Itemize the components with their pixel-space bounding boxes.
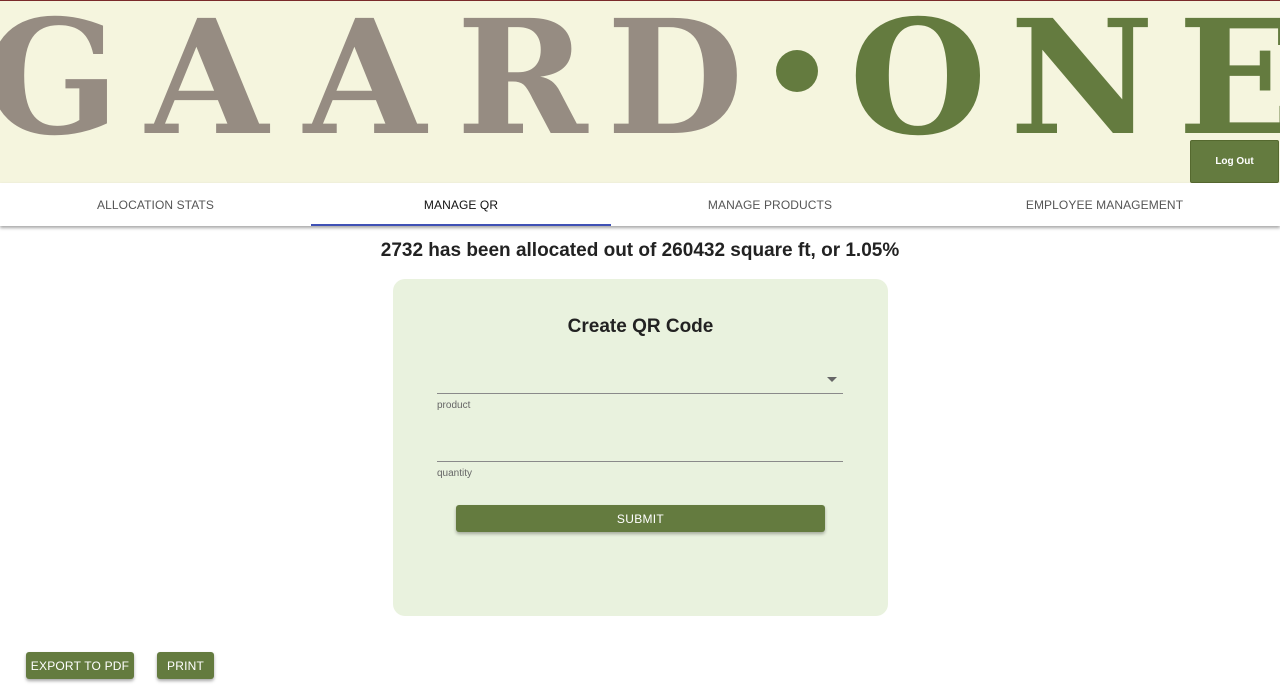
quantity-helper-text: quantity <box>437 468 473 479</box>
logo-letter: G <box>0 1 119 171</box>
tab-manage-products[interactable]: MANAGE PRODUCTS <box>611 183 929 226</box>
logo-letter: O <box>849 1 987 171</box>
logo-letter: D <box>606 1 743 171</box>
quantity-input[interactable] <box>437 431 843 462</box>
product-helper-text: product <box>437 400 471 411</box>
header: G A A R D O N E Log Out <box>0 0 1280 183</box>
export-pdf-button[interactable]: EXPORT TO PDF <box>26 652 134 679</box>
product-select[interactable] <box>437 365 843 394</box>
logo-letter: A <box>144 1 271 171</box>
tab-allocation-stats[interactable]: ALLOCATION STATS <box>0 183 311 226</box>
allocation-summary: 2732 has been allocated out of 260432 sq… <box>380 240 900 261</box>
tab-bar: ALLOCATION STATS MANAGE QR MANAGE PRODUC… <box>0 183 1280 226</box>
tab-manage-qr[interactable]: MANAGE QR <box>311 183 611 226</box>
gaardone-logo: G A A R D O N E <box>0 1 1280 183</box>
submit-button[interactable]: SUBMIT <box>456 505 825 532</box>
logo-letter: N <box>1010 1 1154 171</box>
logo-letter: A <box>302 1 429 171</box>
create-qr-card: Create QR Code product quantity SUBMIT <box>393 279 888 616</box>
logo-letter: R <box>456 1 589 171</box>
card-title: Create QR Code <box>567 316 714 337</box>
tab-employee-management[interactable]: EMPLOYEE MANAGEMENT <box>929 183 1280 226</box>
logo-dot <box>776 50 818 92</box>
logout-button[interactable]: Log Out <box>1190 140 1279 183</box>
print-button[interactable]: PRINT <box>157 652 214 679</box>
caret-down-icon <box>827 377 837 382</box>
